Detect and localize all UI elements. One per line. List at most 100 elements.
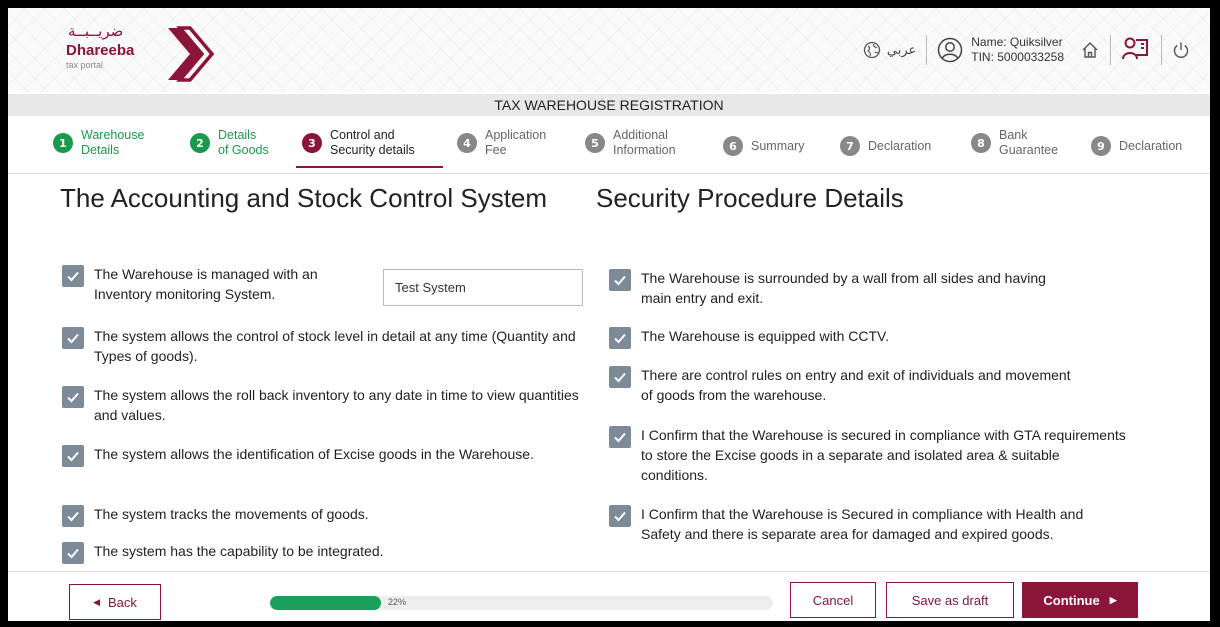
checklist-item: I Confirm that the Warehouse is secured … — [609, 425, 1129, 485]
step-bank-guarantee[interactable]: 8 Bank Guarantee — [971, 128, 1058, 158]
checklist-item: The system allows the control of stock l… — [62, 326, 582, 366]
language-switch[interactable]: عربي — [863, 41, 916, 59]
checklist-item: The Warehouse is surrounded by a wall fr… — [609, 268, 1079, 308]
logout-button[interactable] — [1172, 41, 1190, 59]
checkbox-checked[interactable] — [609, 269, 631, 291]
checkbox-checked[interactable] — [62, 445, 84, 467]
step-label: Control and Security details — [330, 128, 415, 157]
checklist-item: The system allows the identification of … — [62, 444, 542, 467]
logo-subtitle: tax portal — [66, 60, 104, 70]
back-button[interactable]: ◀ Back — [69, 584, 161, 620]
user-info[interactable]: Name: Quiksilver TIN: 5000033258 — [937, 35, 1064, 65]
checkbox-checked[interactable] — [609, 366, 631, 388]
dhareeba-logo[interactable]: ضريــبــة Dhareeba tax portal — [52, 20, 215, 86]
power-icon — [1173, 42, 1189, 58]
step-final-declaration[interactable]: 9 Declaration — [1091, 136, 1182, 156]
home-button[interactable] — [1080, 40, 1100, 60]
registration-stepper: 1 Warehouse Details 2 Details of Goods 3 C… — [8, 118, 1210, 174]
checkbox-checked[interactable] — [62, 542, 84, 564]
back-arrow-icon: ◀ — [93, 596, 100, 607]
page-title: TAX WAREHOUSE REGISTRATION — [8, 94, 1210, 116]
checklist-text: There are control rules on entry and exi… — [641, 367, 1071, 403]
checklist-item: The system allows the roll back inventor… — [62, 385, 582, 425]
logo-arabic-text: ضريــبــة — [68, 22, 124, 40]
user-guide-button[interactable] — [1121, 35, 1151, 65]
checklist-text: The Warehouse is equipped with CCTV. — [641, 328, 889, 344]
step-label: Warehouse Details — [81, 128, 145, 157]
cancel-button-label: Cancel — [812, 592, 854, 608]
step-control-security[interactable]: 3 Control and Security details — [302, 128, 415, 158]
checkmark-icon — [614, 275, 626, 286]
security-heading: Security Procedure Details — [596, 183, 904, 213]
checkmark-icon — [614, 511, 626, 522]
checklist-text: I Confirm that the Warehouse is Secured … — [641, 506, 1084, 542]
checklist-text: The system allows the roll back inventor… — [94, 387, 579, 423]
step-number: 3 — [302, 133, 322, 153]
back-button-label: Back — [108, 594, 137, 610]
step-number: 7 — [840, 136, 860, 156]
divider — [926, 35, 928, 65]
checklist-text: I Confirm that the Warehouse is secured … — [641, 427, 1126, 483]
step-label: Additional Information — [613, 128, 676, 157]
step-label: Summary — [751, 138, 805, 153]
checklist-text: The Warehouse is surrounded by a wall fr… — [641, 270, 1046, 306]
checkmark-icon — [67, 548, 79, 559]
accounting-heading: The Accounting and Stock Control System — [60, 183, 548, 213]
checklist-item: I Confirm that the Warehouse is Secured … — [609, 504, 1119, 544]
user-guide-icon — [1122, 37, 1148, 60]
progress-fill — [270, 596, 381, 610]
continue-button[interactable]: Continue ▶ — [1022, 582, 1138, 618]
progress-bar — [270, 596, 773, 610]
checkbox-checked[interactable] — [62, 386, 84, 408]
divider — [1161, 35, 1162, 65]
app-window: ضريــبــة Dhareeba tax portal عربي Name:… — [8, 8, 1210, 621]
security-section: Security Procedure Details — [596, 183, 1116, 214]
step-number: 1 — [53, 133, 73, 153]
divider — [1110, 35, 1111, 65]
checklist-item: The Warehouse is managed with an Invento… — [62, 264, 372, 304]
checkmark-icon — [67, 392, 79, 403]
step-label: Declaration — [868, 138, 932, 153]
active-step-indicator — [296, 166, 443, 168]
logo-english-text: Dhareeba — [66, 42, 135, 59]
step-additional-information[interactable]: 5 Additional Information — [585, 128, 676, 158]
checklist-item: The system tracks the movements of goods… — [62, 504, 582, 527]
checkbox-checked[interactable] — [609, 327, 631, 349]
checkmark-icon — [614, 372, 626, 383]
step-warehouse-details[interactable]: 1 Warehouse Details — [53, 128, 144, 158]
checklist-text: The system tracks the movements of goods… — [94, 506, 369, 522]
progress-percent: 22% — [388, 597, 407, 607]
step-number: 2 — [190, 133, 210, 153]
step-number: 5 — [585, 133, 605, 153]
user-details: Name: Quiksilver TIN: 5000033258 — [971, 35, 1064, 65]
checkbox-checked[interactable] — [609, 426, 631, 448]
step-number: 6 — [723, 136, 743, 156]
top-header: ضريــبــة Dhareeba tax portal عربي Name:… — [8, 8, 1210, 92]
checklist-text: The system allows the control of stock l… — [94, 328, 576, 364]
step-number: 4 — [457, 133, 477, 153]
save-draft-button[interactable]: Save as draft — [886, 582, 1014, 618]
step-application-fee[interactable]: 4 Application Fee — [457, 128, 546, 158]
checklist-text: The system has the capability to be inte… — [94, 543, 384, 559]
step-declaration[interactable]: 7 Declaration — [840, 136, 931, 156]
inventory-system-input[interactable] — [383, 269, 583, 306]
checklist-text: The Warehouse is managed with an Invento… — [94, 266, 318, 302]
step-number: 8 — [971, 133, 991, 153]
checkmark-icon — [67, 451, 79, 462]
checkmark-icon — [614, 333, 626, 344]
checkbox-checked[interactable] — [609, 505, 631, 527]
form-footer: ◀ Back 22% Cancel Save as draft Continue… — [8, 571, 1210, 621]
checkbox-checked[interactable] — [62, 265, 84, 287]
save-draft-label: Save as draft — [911, 592, 989, 608]
checklist-item: The system has the capability to be inte… — [62, 541, 582, 564]
logo-chevron-mark — [168, 26, 215, 82]
checkmark-icon — [67, 333, 79, 344]
step-number: 9 — [1091, 136, 1111, 156]
accounting-section: The Accounting and Stock Control System — [60, 183, 560, 214]
step-details-of-goods[interactable]: 2 Details of Goods — [190, 128, 269, 158]
checkbox-checked[interactable] — [62, 505, 84, 527]
checkbox-checked[interactable] — [62, 327, 84, 349]
checklist-item: The Warehouse is equipped with CCTV. — [609, 326, 1079, 349]
step-summary[interactable]: 6 Summary — [723, 136, 804, 156]
cancel-button[interactable]: Cancel — [790, 582, 876, 618]
